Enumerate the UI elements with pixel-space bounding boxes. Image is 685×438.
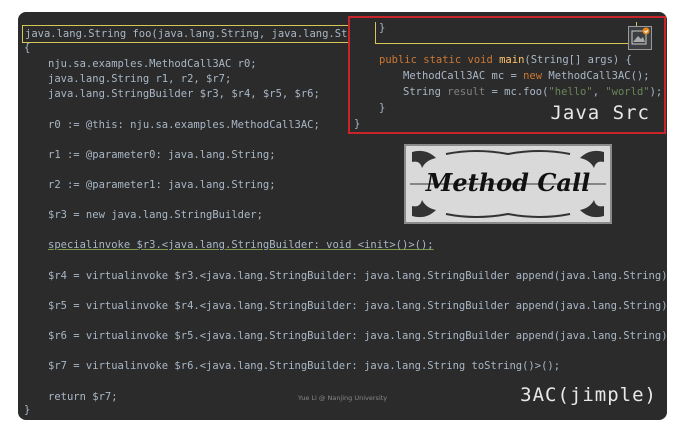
src-text: MethodCall3AC mc = bbox=[403, 70, 524, 82]
jimple-line: r1 := @parameter0: java.lang.String; bbox=[48, 149, 276, 161]
jimple-line: $r3 = new java.lang.StringBuilder; bbox=[48, 209, 263, 221]
src-text: = mc.foo( bbox=[485, 86, 549, 98]
src-text: String bbox=[403, 86, 448, 98]
jimple-line: $r6 = virtualinvoke $r5.<java.lang.Strin… bbox=[48, 330, 667, 342]
jimple-line: specialinvoke $r3.<java.lang.StringBuild… bbox=[48, 239, 434, 251]
src-keyword: new bbox=[523, 70, 549, 82]
src-line-main: public static void main(String[] args) { bbox=[379, 54, 632, 66]
banner-title: Method Call bbox=[425, 168, 591, 197]
code-panel: java.lang.String foo(java.lang.String, j… bbox=[18, 12, 667, 420]
src-line-new: MethodCall3AC mc = new MethodCall3AC(); bbox=[403, 70, 650, 82]
method-signature: java.lang.String foo(java.lang.String, j… bbox=[25, 28, 373, 40]
jimple-label: 3AC(jimple) bbox=[520, 384, 657, 406]
jimple-line: return $r7; bbox=[48, 391, 118, 403]
jimple-line: java.lang.String r1, r2, $r7; bbox=[48, 73, 232, 85]
jimple-line: $r4 = virtualinvoke $r3.<java.lang.Strin… bbox=[48, 270, 667, 282]
jimple-line: nju.sa.examples.MethodCall3AC r0; bbox=[48, 58, 257, 70]
credit-text: Yue Li @ Nanjing University bbox=[298, 394, 388, 402]
src-text: MethodCall3AC(); bbox=[548, 70, 650, 82]
src-line: } bbox=[379, 102, 386, 114]
method-call-banner: Method Call bbox=[404, 144, 612, 224]
src-method-name: main bbox=[499, 54, 525, 66]
src-variable: result bbox=[447, 86, 486, 98]
jimple-line: $r5 = virtualinvoke $r4.<java.lang.Strin… bbox=[48, 300, 667, 312]
src-line: } bbox=[354, 118, 361, 130]
jimple-line: $r7 = virtualinvoke $r6.<java.lang.Strin… bbox=[48, 360, 561, 372]
image-icon[interactable] bbox=[628, 26, 652, 50]
src-text: , bbox=[592, 86, 606, 98]
src-text: ); bbox=[649, 86, 663, 98]
src-keyword: public static void bbox=[379, 54, 500, 66]
jimple-line: java.lang.StringBuilder $r3, $r4, $r5, $… bbox=[48, 88, 320, 100]
src-string: "hello" bbox=[548, 86, 593, 98]
jimple-line: r0 := @this: nju.sa.examples.MethodCall3… bbox=[48, 119, 320, 131]
close-brace: } bbox=[24, 404, 31, 416]
src-line-call: String result = mc.foo("hello", "world")… bbox=[403, 86, 662, 98]
src-text: (String[] args) { bbox=[524, 54, 632, 66]
open-brace: { bbox=[24, 42, 31, 54]
java-src-box: } public static void main(String[] args)… bbox=[348, 16, 666, 134]
src-line: } bbox=[379, 22, 386, 34]
jimple-line: r2 := @parameter1: java.lang.String; bbox=[48, 179, 276, 191]
src-string: "world" bbox=[605, 86, 650, 98]
java-src-label: Java Src bbox=[550, 102, 650, 124]
src-top-highlight bbox=[375, 22, 637, 44]
